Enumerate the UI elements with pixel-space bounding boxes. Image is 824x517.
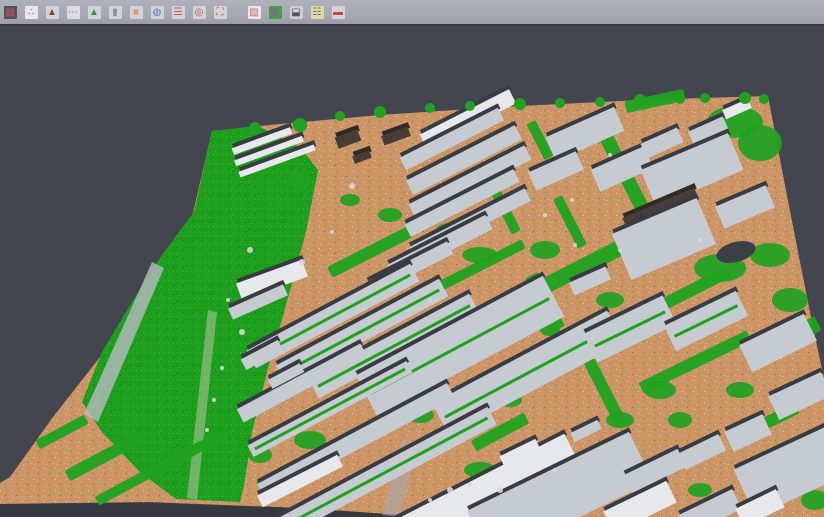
sparse-points-button[interactable]: ⋯ [65, 4, 81, 20]
tree-canopy [293, 118, 307, 132]
vegetation-patch [530, 241, 560, 259]
ground-speck [212, 398, 216, 402]
ground-speck [468, 483, 472, 487]
tin-surface-button[interactable]: ▲ [86, 4, 102, 20]
ground-speck [220, 366, 224, 370]
extent-selection-button[interactable]: ⛶ [212, 4, 228, 20]
vegetation-patch [726, 382, 754, 398]
ground-speck [330, 230, 334, 234]
open-data-icon: ▨ [4, 6, 17, 19]
ground-speck [247, 247, 253, 253]
ground-speck [608, 153, 612, 157]
vegetation-patch [596, 292, 624, 308]
tree-canopy [514, 98, 526, 110]
tree-canopy [700, 93, 710, 103]
ground-speck [543, 213, 547, 217]
tree-canopy [425, 103, 435, 113]
tree-canopy [675, 94, 685, 104]
terrain-model-icon: ▲ [46, 6, 59, 19]
vegetation-patch [772, 288, 808, 312]
exit-tool-icon: ▬ [332, 6, 345, 19]
sparse-points-icon: ⋯ [67, 6, 80, 19]
tree-canopy [595, 97, 605, 107]
vegetation-patch [606, 412, 634, 428]
classification-colors-icon: ▦ [269, 6, 282, 19]
extent-selection-icon: ⛶ [214, 6, 227, 19]
viewport-3d[interactable] [0, 28, 824, 517]
ground-speck [226, 298, 230, 302]
toolbar: ▨ ∴ ▲ ⋯ ▲ ▮ ■ ◍ ☰ ◎ ⛶ ▧ ▦ ⬓ ☷ ▬ [0, 0, 824, 26]
profile-lines-icon: ☰ [172, 6, 185, 19]
measurement-tools-button[interactable]: ☷ [309, 4, 325, 20]
application-window: ▨ ∴ ▲ ⋯ ▲ ▮ ■ ◍ ☰ ◎ ⛶ ▧ ▦ ⬓ ☷ ▬ [0, 0, 824, 517]
tree-canopy [249, 122, 261, 134]
tin-surface-icon: ▲ [88, 6, 101, 19]
tree-canopy [555, 98, 565, 108]
ground-speck [573, 243, 577, 247]
vegetation-patch [688, 483, 712, 497]
ground-speck [299, 259, 305, 265]
tree-canopy [374, 106, 386, 118]
circle-selection-icon: ◎ [193, 6, 206, 19]
tree-canopy [335, 111, 345, 121]
ground-speck [428, 498, 432, 502]
point-cloud-display-icon: ∴ [25, 6, 38, 19]
toolbar-separator [233, 4, 241, 20]
camera-view-button[interactable]: ⬓ [288, 4, 304, 20]
globe-3d-view-icon: ◍ [151, 6, 164, 19]
clip-region-button[interactable]: ▧ [246, 4, 262, 20]
point-cloud-scene[interactable] [0, 28, 824, 517]
vegetation-patch [288, 172, 312, 188]
elevation-column-button[interactable]: ▮ [107, 4, 123, 20]
ground-speck [618, 248, 622, 252]
vegetation-patch [462, 247, 498, 263]
vegetation-patch [644, 381, 676, 399]
tree-canopy [634, 94, 646, 106]
classification-colors-button[interactable]: ▦ [267, 4, 283, 20]
ground-speck [497, 487, 503, 493]
globe-3d-view-button[interactable]: ◍ [149, 4, 165, 20]
point-cloud-display-button[interactable]: ∴ [23, 4, 39, 20]
ground-speck [239, 329, 245, 335]
tree-canopy [465, 101, 475, 111]
ortho-ground-icon: ■ [130, 6, 143, 19]
open-data-button[interactable]: ▨ [2, 4, 18, 20]
elevation-column-icon: ▮ [109, 6, 122, 19]
ground-speck [447, 487, 453, 493]
ground-speck [553, 468, 557, 472]
ground-speck [205, 428, 209, 432]
circle-selection-button[interactable]: ◎ [191, 4, 207, 20]
camera-view-icon: ⬓ [290, 6, 303, 19]
vegetation-patch [340, 194, 360, 206]
clip-region-icon: ▧ [248, 6, 261, 19]
vegetation-patch [738, 125, 782, 161]
terrain-model-button[interactable]: ▲ [44, 4, 60, 20]
ground-speck [698, 238, 702, 242]
exit-tool-button[interactable]: ▬ [330, 4, 346, 20]
measurement-tools-icon: ☷ [311, 6, 324, 19]
ground-speck [428, 298, 432, 302]
ground-speck [570, 198, 574, 202]
vegetation-patch [378, 208, 402, 222]
tree-canopy [739, 92, 751, 104]
tree-canopy [759, 94, 769, 104]
vegetation-patch [750, 243, 790, 267]
ortho-ground-button[interactable]: ■ [128, 4, 144, 20]
profile-lines-button[interactable]: ☰ [170, 4, 186, 20]
ground-speck [349, 183, 355, 189]
vegetation-patch [668, 412, 692, 428]
